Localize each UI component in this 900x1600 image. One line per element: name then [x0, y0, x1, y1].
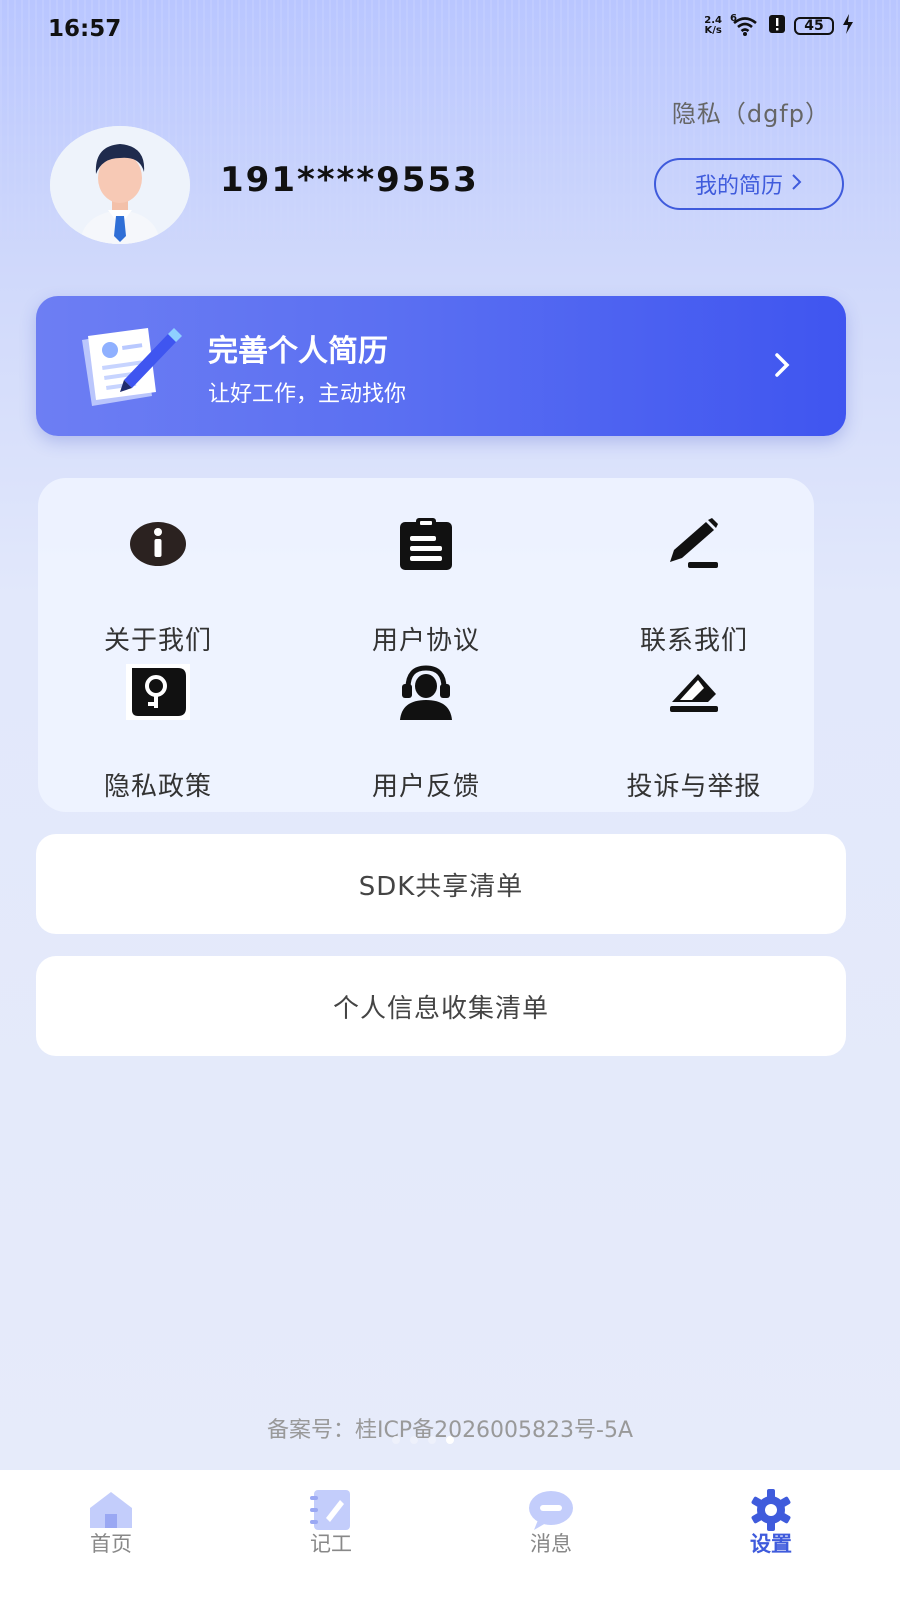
- network-speed: 2.4 K/s: [704, 15, 722, 36]
- alert-icon: [768, 14, 786, 38]
- home-icon: [90, 1492, 132, 1528]
- tab-home[interactable]: 首页: [56, 1470, 166, 1600]
- clipboard-icon: [400, 518, 452, 570]
- my-resume-label: 我的简历: [694, 174, 783, 199]
- my-resume-button[interactable]: 我的简历: [654, 158, 844, 210]
- status-time: 16:57: [48, 16, 122, 42]
- grid-item-label: 用户协议: [371, 626, 480, 656]
- page-dot-active: [446, 1436, 454, 1444]
- avatar-illustration: [50, 126, 190, 244]
- sdk-share-list-button[interactable]: SDK共享清单: [36, 834, 846, 934]
- tab-label: 设置: [750, 1532, 792, 1556]
- tab-label: 首页: [90, 1532, 132, 1556]
- page-dot: [410, 1436, 418, 1444]
- tab-work-log[interactable]: 记工: [276, 1470, 386, 1600]
- grid-item-user-feedback[interactable]: 用户反馈: [306, 664, 546, 802]
- grid-item-label: 关于我们: [103, 626, 212, 656]
- sdk-share-list-label: SDK共享清单: [358, 871, 524, 902]
- headset-icon: [400, 665, 452, 720]
- tab-settings[interactable]: 设置: [716, 1470, 826, 1600]
- page-indicator: [392, 1436, 454, 1444]
- notebook-icon: [310, 1490, 350, 1530]
- message-icon: [529, 1491, 573, 1530]
- page-dot: [428, 1436, 436, 1444]
- grid-item-contact-us[interactable]: 联系我们: [574, 518, 814, 656]
- privacy-link[interactable]: 隐私（dgfp）: [672, 94, 830, 129]
- grid-item-about-us[interactable]: 关于我们: [38, 518, 278, 656]
- eraser-icon: [670, 674, 718, 712]
- banner-subtitle: 让好工作，主动找你: [208, 382, 407, 407]
- user-phone: 191****9553: [220, 160, 479, 200]
- complete-resume-banner[interactable]: 完善个人简历 让好工作，主动找你: [36, 296, 846, 436]
- grid-item-label: 隐私政策: [103, 772, 212, 802]
- banner-title: 完善个人简历: [208, 334, 388, 369]
- tab-label: 记工: [310, 1532, 352, 1556]
- grid-item-label: 用户反馈: [371, 772, 480, 802]
- info-icon: [130, 522, 186, 566]
- wifi-icon: 6: [730, 13, 760, 37]
- grid-item-user-agreement[interactable]: 用户协议: [306, 518, 546, 656]
- tab-label: 消息: [530, 1532, 572, 1556]
- grid-item-label: 投诉与举报: [626, 772, 762, 802]
- gear-icon: [751, 1489, 791, 1531]
- avatar[interactable]: [50, 126, 190, 244]
- tab-messages[interactable]: 消息: [496, 1470, 606, 1600]
- bottom-tab-bar: 首页 记工 消息 设置: [0, 1470, 900, 1600]
- grid-item-label: 联系我们: [639, 626, 748, 656]
- chevron-right-icon: [791, 172, 803, 197]
- service-grid: 关于我们 用户协议 联系我们 隐私政策 用户反馈 投诉与举报: [38, 478, 814, 812]
- personal-info-list-button[interactable]: 个人信息收集清单: [36, 956, 846, 1056]
- charging-icon: [842, 14, 854, 38]
- key-icon: [126, 664, 190, 720]
- chevron-right-icon: [774, 352, 790, 382]
- resume-document-icon: [82, 328, 182, 406]
- status-icons: 2.4 K/s 6 45: [704, 13, 854, 38]
- battery-icon: 45: [794, 17, 834, 35]
- grid-item-privacy-policy[interactable]: 隐私政策: [38, 664, 278, 802]
- personal-info-list-label: 个人信息收集清单: [332, 993, 549, 1024]
- grid-item-complaint-report[interactable]: 投诉与举报: [574, 664, 814, 802]
- pen-icon: [670, 518, 718, 568]
- page-dot: [392, 1436, 400, 1444]
